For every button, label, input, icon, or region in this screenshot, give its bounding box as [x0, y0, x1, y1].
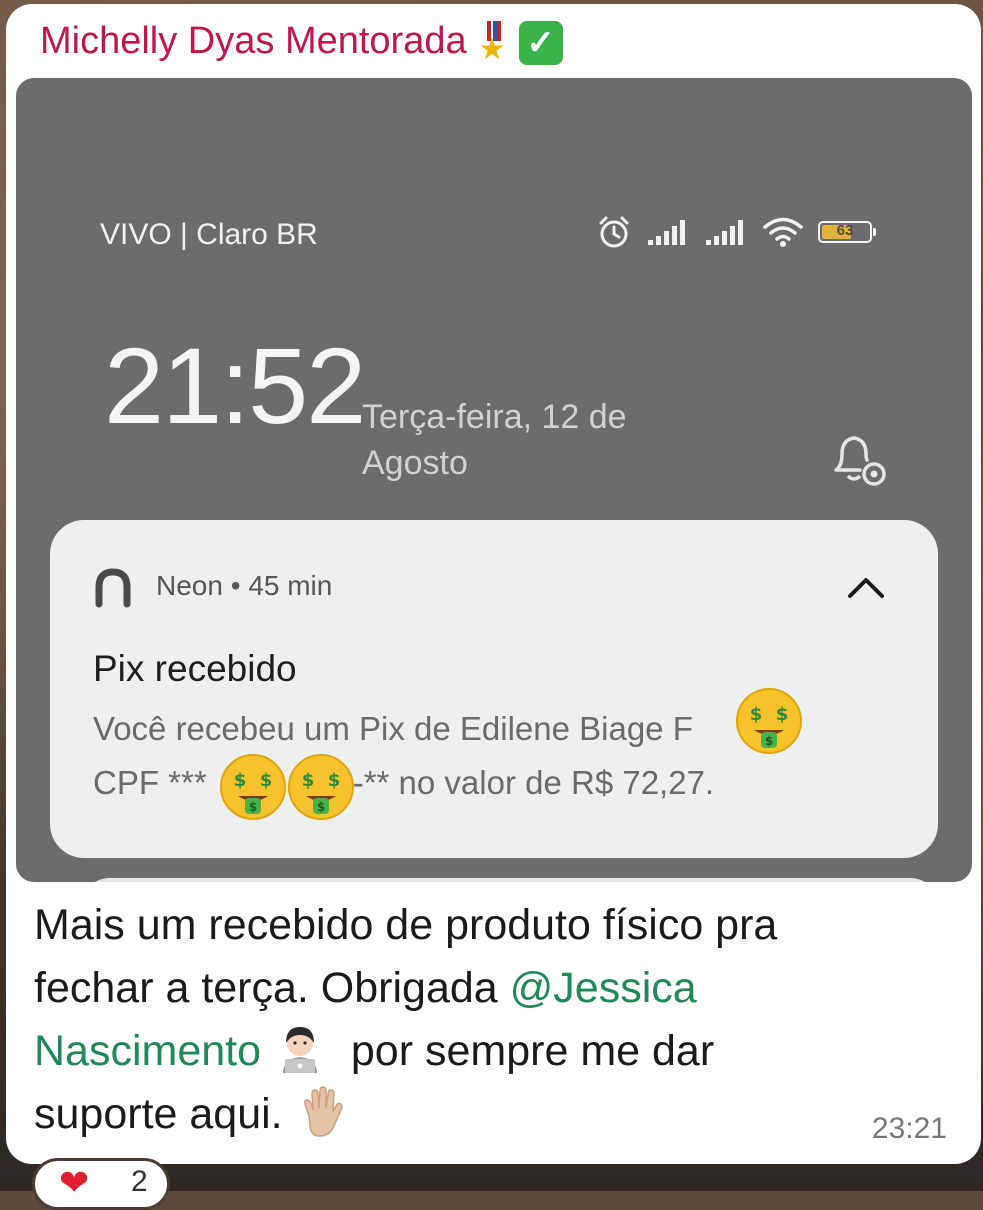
raised-hand-icon — [295, 1086, 347, 1138]
message-text: Mais um recebido de produto físico pra f… — [34, 894, 934, 1146]
notification-body-text-2-end: -** no valor de R$ 72,27. — [353, 764, 714, 801]
signal-icon — [646, 218, 690, 246]
message-bubble[interactable]: Michelly Dyas Mentorada ★✓ VIVO | Claro B… — [6, 4, 981, 1164]
svg-text:$: $ — [302, 770, 315, 791]
message-timestamp: 23:21 — [872, 1112, 947, 1146]
carrier-label: VIVO | Claro BR — [100, 218, 318, 252]
notification-body-line-2: CPF *** -** no valor de R$ 72,27. — [93, 756, 893, 810]
lock-screen-date: Terça-feira, 12 de Agosto — [362, 394, 692, 486]
money-mouth-face-icon: $ $ $ — [218, 752, 288, 822]
svg-text:$: $ — [765, 734, 773, 748]
neon-app-icon — [92, 566, 134, 608]
svg-text:$: $ — [750, 704, 763, 725]
woman-technologist-icon — [273, 1021, 327, 1075]
notification-app-name: Neon — [156, 570, 223, 601]
battery-level: 63 — [820, 222, 870, 239]
svg-text:$: $ — [249, 800, 257, 814]
mention-jessica[interactable]: @Jessica — [510, 964, 697, 1012]
message-line-4: suporte aqui. — [34, 1083, 934, 1146]
message-text-before-mention: fechar a terça. Obrigada — [34, 964, 510, 1012]
message-line-4-text: suporte aqui. — [34, 1090, 283, 1138]
wifi-icon — [762, 216, 804, 248]
svg-text:$: $ — [234, 770, 247, 791]
military-medal-icon: ★ — [479, 21, 509, 65]
message-line-1: Mais um recebido de produto físico pra — [34, 894, 934, 957]
check-mark-icon: ✓ — [519, 21, 563, 65]
signal-icon — [704, 218, 748, 246]
svg-text:$: $ — [328, 770, 341, 791]
attached-screenshot[interactable]: VIVO | Claro BR — [16, 78, 972, 882]
notification-body-text-2-start: CPF *** — [93, 764, 207, 801]
alarm-icon — [596, 214, 632, 250]
svg-text:$: $ — [260, 770, 273, 791]
status-bar-icons: 63 — [596, 212, 872, 252]
message-line-3: Nascimento por sempre me dar — [34, 1020, 934, 1083]
battery-icon: 63 — [818, 221, 872, 243]
svg-text:$: $ — [776, 704, 789, 725]
notification-app-meta: Neon • 45 min — [156, 570, 332, 602]
mention-jessica-cont[interactable]: Nascimento — [34, 1027, 261, 1075]
money-mouth-face-icon: $ $ $ — [286, 752, 356, 822]
meta-separator: • — [231, 570, 249, 601]
next-notification-peek — [80, 878, 940, 882]
notification-elapsed: 45 min — [248, 570, 332, 601]
message-line-2: fechar a terça. Obrigada @Jessica — [34, 957, 934, 1020]
sender-name[interactable]: Michelly Dyas Mentorada ★✓ — [40, 20, 563, 65]
money-mouth-face-icon: $ $ $ — [734, 686, 804, 756]
message-text-after-mention: por sempre me dar — [351, 1027, 714, 1075]
notification-title: Pix recebido — [93, 648, 297, 690]
reaction-pill[interactable]: ❤ 2 — [32, 1158, 170, 1210]
notification-settings-icon — [828, 428, 892, 492]
chevron-up-icon[interactable] — [846, 572, 886, 600]
pix-notification-card[interactable]: Neon • 45 min Pix recebido Você recebeu … — [50, 520, 938, 858]
sender-name-label: Michelly Dyas Mentorada — [40, 20, 467, 62]
lock-screen-clock: 21:52 — [104, 332, 364, 440]
reaction-count: 2 — [131, 1165, 148, 1199]
svg-text:$: $ — [317, 800, 325, 814]
notification-body-text-1: Você recebeu um Pix de Edilene Biage F — [93, 710, 693, 747]
heart-icon: ❤ — [59, 1165, 89, 1201]
